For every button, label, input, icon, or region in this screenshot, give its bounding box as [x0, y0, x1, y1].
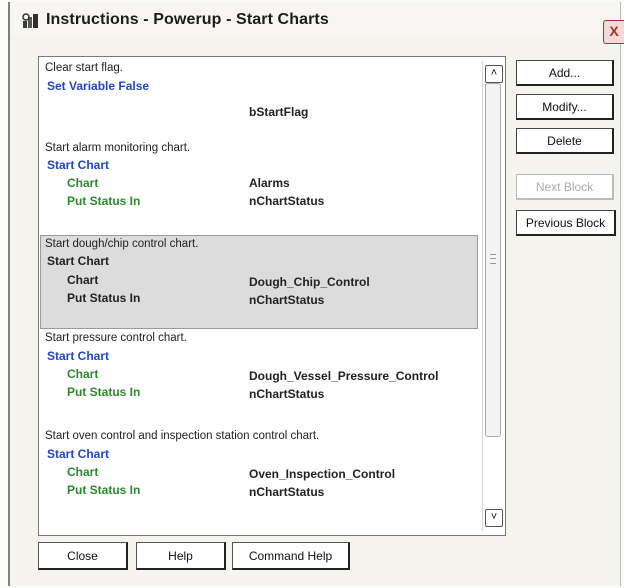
instruction-list[interactable]: Clear start flag. Set Variable False bSt…	[38, 56, 506, 536]
instruction-block-selected[interactable]: Start dough/chip control chart. Start Ch…	[40, 235, 478, 329]
block-command: Start Chart	[47, 254, 110, 268]
window-title: Instructions - Powerup - Start Charts	[46, 11, 329, 28]
argument-name: Put Status In	[67, 291, 141, 305]
modify-button[interactable]: Modify...	[516, 94, 614, 120]
block-command: Start Chart	[47, 158, 110, 172]
block-command: Start Chart	[47, 349, 110, 363]
argument-value: nChartStatus	[249, 387, 325, 401]
help-button[interactable]: Help	[136, 542, 226, 570]
previous-block-button[interactable]: Previous Block	[516, 210, 616, 236]
close-window-button[interactable]: X	[603, 20, 624, 44]
argument-value: Alarms	[249, 176, 290, 190]
close-button[interactable]: Close	[38, 542, 128, 570]
grip-icon	[490, 254, 496, 264]
argument-name: Chart	[67, 465, 99, 479]
chevron-up-icon: ˄	[490, 67, 498, 79]
scroll-down-button[interactable]: ˅	[485, 509, 503, 527]
block-comment: Start oven control and inspection statio…	[45, 430, 320, 442]
delete-button[interactable]: Delete	[516, 128, 614, 154]
argument-value: bStartFlag	[249, 105, 309, 119]
close-icon: X	[609, 23, 619, 39]
instruction-block[interactable]: Start oven control and inspection statio…	[41, 429, 473, 525]
argument-name: Put Status In	[67, 385, 141, 399]
argument-name: Chart	[67, 367, 99, 381]
command-help-button[interactable]: Command Help	[232, 542, 350, 570]
instructions-dialog: Instructions - Powerup - Start Charts X …	[8, 2, 624, 586]
argument-name: Chart	[67, 176, 99, 190]
title-bar: Instructions - Powerup - Start Charts	[10, 2, 620, 36]
chevron-down-icon: ˅	[490, 511, 498, 523]
add-button[interactable]: Add...	[516, 60, 614, 86]
argument-name: Put Status In	[67, 194, 141, 208]
block-comment: Start dough/chip control chart.	[45, 238, 199, 250]
block-comment: Start alarm monitoring chart.	[45, 142, 191, 154]
instruction-block[interactable]: Clear start flag. Set Variable False bSt…	[41, 61, 473, 141]
chart-icon	[22, 13, 38, 28]
argument-value: Dough_Chip_Control	[249, 275, 370, 289]
argument-value: nChartStatus	[249, 293, 325, 307]
block-comment: Start pressure control chart.	[45, 332, 187, 344]
instruction-block[interactable]: Start alarm monitoring chart. Start Char…	[41, 141, 473, 237]
instruction-block[interactable]: Start pressure control chart. Start Char…	[41, 331, 473, 427]
block-command: Set Variable False	[47, 79, 150, 93]
block-command: Start Chart	[47, 447, 110, 461]
scroll-up-button[interactable]: ˄	[485, 65, 503, 83]
argument-value: nChartStatus	[249, 194, 325, 208]
argument-value: Oven_Inspection_Control	[249, 467, 396, 481]
block-comment: Clear start flag.	[45, 62, 123, 74]
argument-name: Chart	[67, 273, 99, 287]
argument-name: Put Status In	[67, 483, 141, 497]
argument-value: nChartStatus	[249, 485, 325, 499]
next-block-button[interactable]: Next Block	[516, 174, 614, 200]
scroll-thumb[interactable]	[485, 83, 501, 437]
vertical-scrollbar[interactable]: ˄ ˅	[482, 61, 503, 531]
argument-value: Dough_Vessel_Pressure_Control	[249, 369, 439, 383]
